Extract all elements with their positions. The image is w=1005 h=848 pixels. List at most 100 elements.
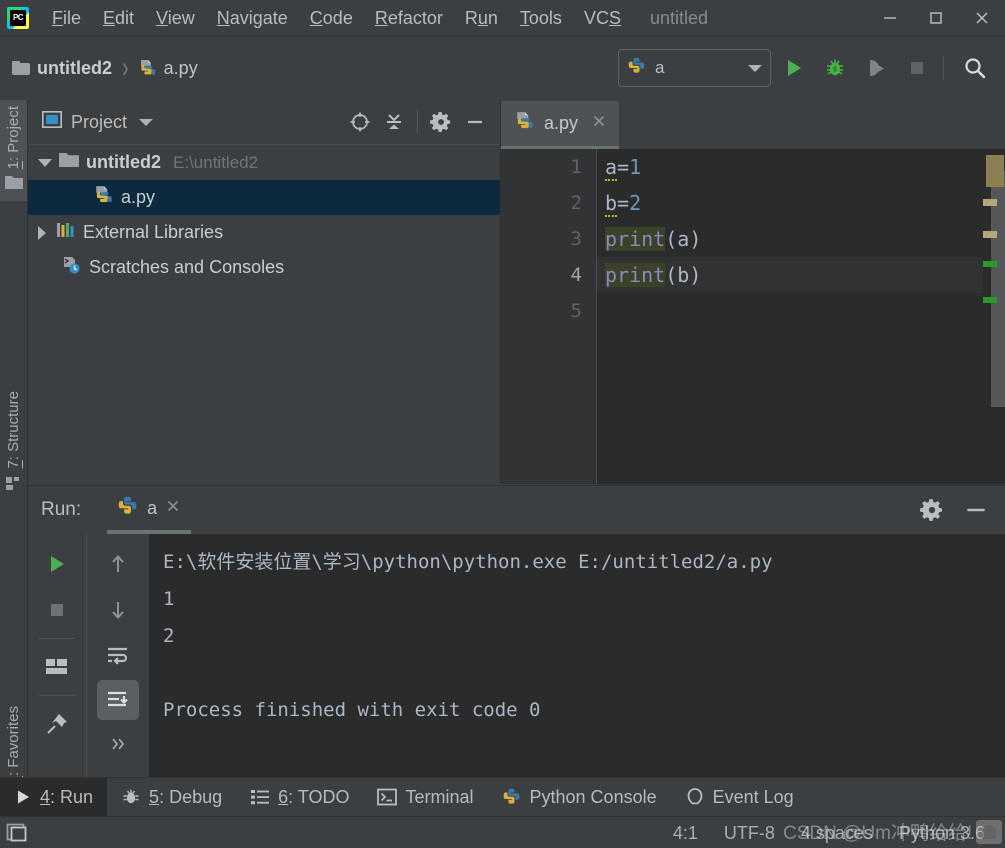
folder-icon [59, 152, 79, 173]
code-token: b [605, 191, 618, 217]
settings-button[interactable] [915, 493, 949, 527]
run-button[interactable] [776, 50, 812, 86]
code-line[interactable]: b=2 [597, 185, 983, 221]
console-line: E:\软件安装位置\学习\python\python.exe E:/untitl… [163, 551, 773, 573]
structure-icon [5, 475, 23, 502]
more-button[interactable] [95, 722, 141, 766]
bottom-tab-6-todo[interactable]: 6: TODO [236, 778, 363, 816]
sidebar-item-project[interactable]: 1: Project [0, 100, 27, 202]
prev-occurrence-button[interactable] [95, 542, 141, 586]
bottom-tab-label: 5: Debug [149, 786, 223, 807]
breadcrumb-file[interactable]: a.py [164, 58, 198, 79]
rerun-button[interactable] [34, 542, 80, 586]
tree-row[interactable]: untitled2 E:\untitled2 [28, 145, 500, 180]
settings-button[interactable] [424, 105, 458, 139]
inspection-summary [986, 155, 1004, 187]
libraries-icon [56, 221, 76, 244]
code-token: a [605, 155, 618, 181]
editor-scrollbar[interactable] [983, 149, 1005, 484]
chevron-down-icon[interactable] [38, 158, 52, 167]
python-icon [502, 787, 522, 807]
code-line[interactable] [597, 293, 983, 329]
folder-icon [12, 61, 30, 75]
search-button[interactable] [957, 50, 993, 86]
tree-row[interactable]: External Libraries [28, 215, 500, 250]
bottom-tab-terminal[interactable]: Terminal [363, 778, 487, 816]
menu-item-vcs[interactable]: VCS [573, 6, 632, 31]
bottom-tab-label: Event Log [712, 786, 794, 807]
stop-button[interactable] [899, 50, 935, 86]
run-tab-a[interactable]: a [107, 486, 192, 534]
toolbar-divider [943, 56, 944, 80]
project-tree: untitled2 E:\untitled2 a.py External Lib… [28, 144, 500, 484]
code-content[interactable]: a=1 b=2 print(a) print(b) [597, 149, 983, 484]
tree-path: E:\untitled2 [173, 152, 259, 172]
sidebar-item-structure[interactable]: 7: Structure [0, 385, 27, 502]
code-line[interactable]: print(b) [597, 257, 983, 293]
bottom-tab-5-debug[interactable]: 5: Debug [107, 778, 236, 816]
run-configuration-selector[interactable]: a [618, 49, 771, 87]
interpreter-indicator[interactable]: Python 3.6 [899, 823, 985, 844]
menu-item-navigate[interactable]: Navigate [206, 6, 299, 31]
todo-icon [250, 788, 270, 806]
chevron-down-icon[interactable] [139, 118, 154, 126]
editor-body: 12345 a=1 b=2 print(a) print(b) [501, 149, 1005, 484]
debug-button[interactable] [817, 50, 853, 86]
locate-file-button[interactable] [343, 105, 377, 139]
menu-items: File Edit View Navigate Code Refactor Run Tools… [41, 6, 632, 31]
chevron-down-icon[interactable] [748, 64, 762, 72]
bottom-tab-4-run[interactable]: 4: Run [0, 778, 108, 816]
debug-icon [121, 788, 141, 806]
bottom-tab-label: Terminal [405, 786, 474, 807]
code-line[interactable]: print(a) [597, 221, 983, 257]
menu-item-edit[interactable]: Edit [92, 6, 145, 31]
scroll-to-end-button[interactable] [97, 680, 139, 720]
menu-item-run[interactable]: Run [454, 6, 509, 31]
run-panel-header-buttons [915, 493, 1005, 527]
hide-panel-button[interactable] [458, 105, 492, 139]
bottom-tab-event-log[interactable]: Event Log [671, 778, 808, 816]
collapse-all-button[interactable] [377, 105, 411, 139]
tree-row[interactable]: Scratches and Consoles [28, 250, 500, 285]
caret-position[interactable]: 4:1 [673, 823, 698, 844]
soft-wrap-button[interactable] [95, 634, 141, 678]
layout-button[interactable] [34, 645, 80, 689]
window-controls [867, 0, 1005, 36]
run-console-output[interactable]: E:\软件安装位置\学习\python\python.exe E:/untitl… [149, 534, 1005, 777]
show-tool-windows-icon[interactable] [6, 821, 32, 845]
menu-item-file[interactable]: File [41, 6, 92, 31]
close-icon[interactable] [591, 113, 607, 134]
chevron-right-icon[interactable] [38, 225, 46, 240]
close-icon[interactable] [165, 498, 181, 519]
code-token: print [605, 227, 666, 251]
editor-gutter[interactable]: 1 2 3 4 5 [501, 149, 597, 484]
pin-tab-button[interactable] [34, 702, 80, 746]
console-line: 1 [163, 588, 175, 610]
encoding-indicator[interactable]: UTF-8 [724, 823, 775, 844]
tree-label: untitled2 [86, 152, 161, 172]
bottom-tab-python-console[interactable]: Python Console [488, 778, 671, 816]
scrollbar-thumb[interactable] [991, 171, 1005, 407]
minimize-icon[interactable] [867, 0, 913, 36]
sidebar-label-structure: 7: Structure [5, 391, 22, 469]
tree-label: External Libraries [83, 222, 224, 242]
menu-item-refactor[interactable]: Refactor [364, 6, 454, 31]
coverage-button[interactable] [858, 50, 894, 86]
maximize-icon[interactable] [913, 0, 959, 36]
code-token: ) [689, 263, 702, 287]
code-token: ) [689, 227, 702, 251]
breadcrumb: untitled2 › a.py [12, 51, 198, 84]
menu-item-view[interactable]: View [145, 6, 206, 31]
project-panel-header: Project [28, 100, 500, 144]
menu-item-code[interactable]: Code [299, 6, 364, 31]
tree-row[interactable]: a.py [28, 180, 500, 215]
code-line[interactable]: a=1 [597, 149, 983, 185]
next-occurrence-button[interactable] [95, 588, 141, 632]
indent-indicator[interactable]: 4 spaces [801, 823, 873, 844]
hide-panel-button[interactable] [959, 493, 993, 527]
editor-tab-a-py[interactable]: a.py [501, 101, 620, 149]
menu-item-tools[interactable]: Tools [509, 6, 573, 31]
breadcrumb-project[interactable]: untitled2 [37, 58, 112, 79]
close-icon[interactable] [959, 0, 1005, 36]
stop-button[interactable] [34, 588, 80, 632]
